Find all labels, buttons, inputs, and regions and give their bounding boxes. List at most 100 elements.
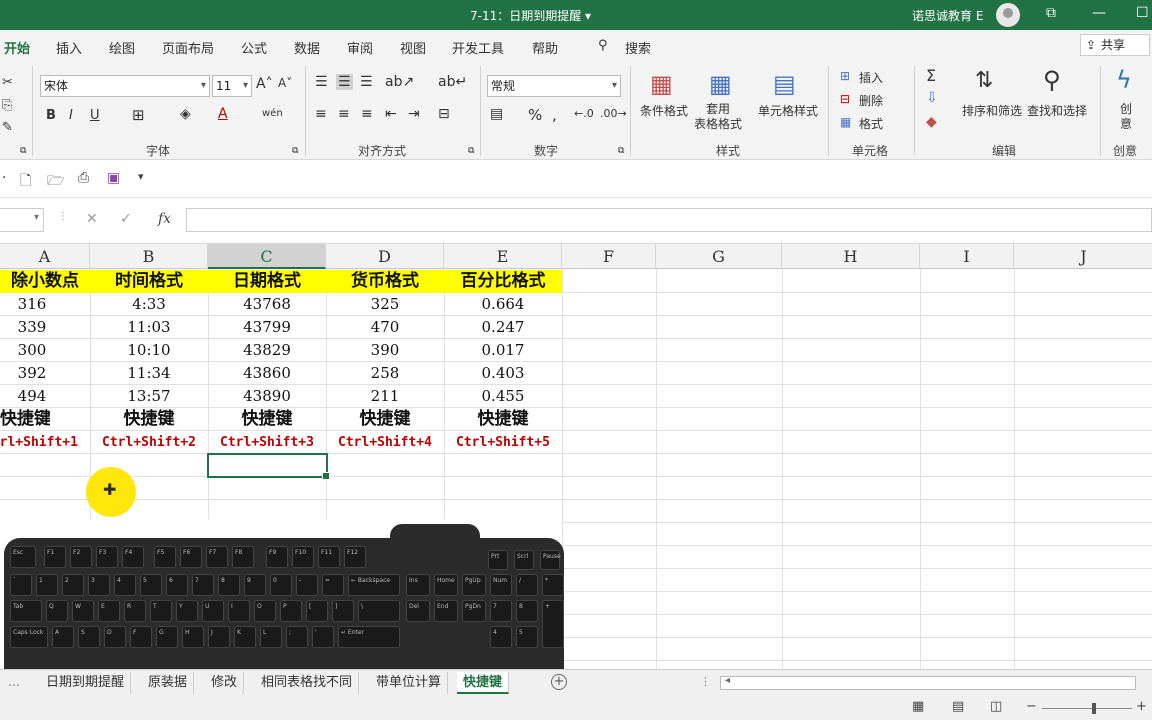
table-cell[interactable]: 211 [326, 385, 444, 408]
sheet-tab[interactable]: 相同表格找不同 [255, 672, 360, 694]
tab-draw[interactable]: 绘图 [109, 38, 135, 57]
table-header-cell[interactable]: 日期格式 [208, 270, 326, 293]
page-layout-view-icon[interactable]: ▤ [952, 699, 964, 714]
table-cell[interactable]: 0.455 [444, 385, 562, 408]
clear-icon[interactable]: ◆ [926, 114, 937, 130]
shortcut-key-cell[interactable]: Ctrl+Shift+5 [444, 431, 562, 454]
add-sheet-icon[interactable]: + [551, 674, 567, 690]
table-cell[interactable]: 392 [0, 362, 64, 385]
tab-data[interactable]: 数据 [294, 38, 320, 57]
table-header-cell[interactable]: 百分比格式 [444, 270, 562, 293]
table-cell[interactable]: 4:33 [90, 293, 208, 316]
column-header-e[interactable]: E [444, 244, 562, 269]
shortcut-label-cell[interactable]: 快捷键 [0, 408, 50, 431]
accounting-format-icon[interactable]: ▤ [490, 106, 503, 122]
cancel-entry-icon[interactable]: ✕ [86, 211, 98, 227]
font-name-combo[interactable]: 宋体 [40, 75, 210, 97]
underline-button[interactable]: U [90, 108, 100, 123]
customize-qat-icon[interactable]: ▾ [138, 170, 144, 183]
normal-view-icon[interactable]: ▦ [912, 699, 924, 714]
font-size-combo[interactable]: 11 [212, 75, 252, 97]
column-header-b[interactable]: B [90, 244, 208, 269]
ribbon-display-icon[interactable]: ⧉ [1046, 5, 1056, 21]
table-cell[interactable]: 0.664 [444, 293, 562, 316]
table-header-cell[interactable]: 除小数点 [0, 270, 90, 293]
table-cell[interactable]: 10:10 [90, 339, 208, 362]
table-cell[interactable]: 339 [0, 316, 64, 339]
insert-cells-icon[interactable]: ⊞ [840, 69, 850, 83]
maximize-button[interactable]: ☐ [1136, 5, 1149, 21]
sheet-tab[interactable]: 日期到期提醒 [40, 672, 132, 694]
column-header-f[interactable]: F [562, 244, 656, 269]
increase-indent-icon[interactable]: ⇥ [408, 106, 420, 122]
format-painter-icon[interactable]: ✎ [2, 120, 13, 135]
format-cells-button[interactable]: 格式 [859, 115, 883, 132]
cut-icon[interactable]: ✂ [2, 75, 13, 90]
sort-filter-button[interactable]: 排序和筛选 [962, 102, 1022, 119]
align-middle-icon[interactable]: ☰ [336, 74, 353, 90]
table-cell[interactable]: 13:57 [90, 385, 208, 408]
italic-button[interactable]: I [69, 108, 73, 123]
zoom-in-icon[interactable]: + [1136, 699, 1147, 714]
tab-developer[interactable]: 开发工具 [452, 38, 504, 57]
table-cell[interactable]: 258 [326, 362, 444, 385]
open-folder-icon[interactable]: 🗁 [47, 170, 64, 194]
conditional-format-button[interactable]: 条件格式 [640, 102, 688, 119]
font-color-icon[interactable]: A [218, 106, 228, 122]
align-top-icon[interactable]: ☰ [315, 74, 328, 90]
align-bottom-icon[interactable]: ☰ [360, 74, 373, 90]
sort-filter-icon[interactable]: ⇅ [975, 68, 993, 93]
tab-page-layout[interactable]: 页面布局 [162, 38, 214, 57]
format-cells-icon[interactable]: ▦ [840, 115, 851, 129]
shortcut-label-cell[interactable]: 快捷键 [326, 408, 444, 431]
table-cell[interactable]: 0.403 [444, 362, 562, 385]
column-header-j[interactable]: J [1014, 244, 1152, 269]
avatar[interactable] [996, 3, 1020, 27]
save-icon[interactable]: ▣ [107, 170, 120, 186]
align-center-icon[interactable]: ≡ [338, 106, 350, 122]
zoom-out-icon[interactable]: − [1026, 699, 1037, 714]
shortcut-label-cell[interactable]: 快捷键 [444, 408, 562, 431]
table-cell[interactable]: 43768 [208, 293, 326, 316]
table-cell[interactable]: 11:03 [90, 316, 208, 339]
cell-styles-button[interactable]: 单元格样式 [758, 102, 818, 119]
search-icon[interactable]: ⚲ [598, 38, 608, 53]
insert-cells-button[interactable]: 插入 [859, 69, 883, 86]
user-name[interactable]: 诺思诚教育 E [912, 7, 983, 24]
table-cell[interactable]: 470 [326, 316, 444, 339]
worksheet-grid[interactable]: A B C D E F G H I J 除小数点 时间格式 日期格式 货币格式 … [0, 244, 1152, 669]
table-cell[interactable]: 0.247 [444, 316, 562, 339]
sheet-tab-active[interactable]: 快捷键 [457, 672, 510, 694]
table-format-icon[interactable]: ▦ [709, 70, 732, 98]
zoom-slider[interactable] [1042, 708, 1132, 709]
table-header-cell[interactable]: 时间格式 [90, 270, 208, 293]
sheet-tab[interactable]: 带单位计算 [370, 672, 449, 694]
table-cell[interactable]: 11:34 [90, 362, 208, 385]
find-select-button[interactable]: 查找和选择 [1027, 102, 1087, 119]
clipboard-launcher-icon[interactable]: ⧉ [20, 146, 26, 156]
cell-styles-icon[interactable]: ▤ [773, 70, 796, 98]
phonetic-icon[interactable]: wén [262, 108, 283, 119]
share-button[interactable]: ⇪ 共享 [1080, 34, 1150, 56]
lightning-icon[interactable]: ϟ [1116, 66, 1132, 94]
decrease-indent-icon[interactable]: ⇤ [385, 106, 397, 122]
comma-style-icon[interactable]: , [552, 106, 557, 124]
search-label[interactable]: 搜索 [625, 38, 651, 57]
column-header-c[interactable]: C [208, 244, 326, 269]
table-cell[interactable]: 316 [0, 293, 64, 316]
autosum-icon[interactable]: Σ [926, 66, 936, 85]
more-sheets-icon[interactable]: … [8, 675, 20, 689]
decrease-font-icon[interactable]: A˅ [278, 76, 292, 90]
delete-cells-icon[interactable]: ⊟ [840, 92, 850, 106]
insert-function-icon[interactable]: fx [158, 211, 171, 227]
tab-home[interactable]: 开始 [4, 38, 31, 63]
scroll-options-icon[interactable]: ⋮ [700, 675, 711, 688]
table-cell[interactable]: 390 [326, 339, 444, 362]
number-launcher-icon[interactable]: ⧉ [618, 146, 624, 156]
shortcut-label-cell[interactable]: 快捷键 [208, 408, 326, 431]
merge-center-icon[interactable]: ⊟ [438, 106, 450, 122]
column-header-g[interactable]: G [656, 244, 782, 269]
delete-cells-button[interactable]: 删除 [859, 92, 883, 109]
sheet-tab[interactable]: 修改 [205, 672, 245, 694]
active-cell-selection[interactable] [207, 453, 330, 480]
